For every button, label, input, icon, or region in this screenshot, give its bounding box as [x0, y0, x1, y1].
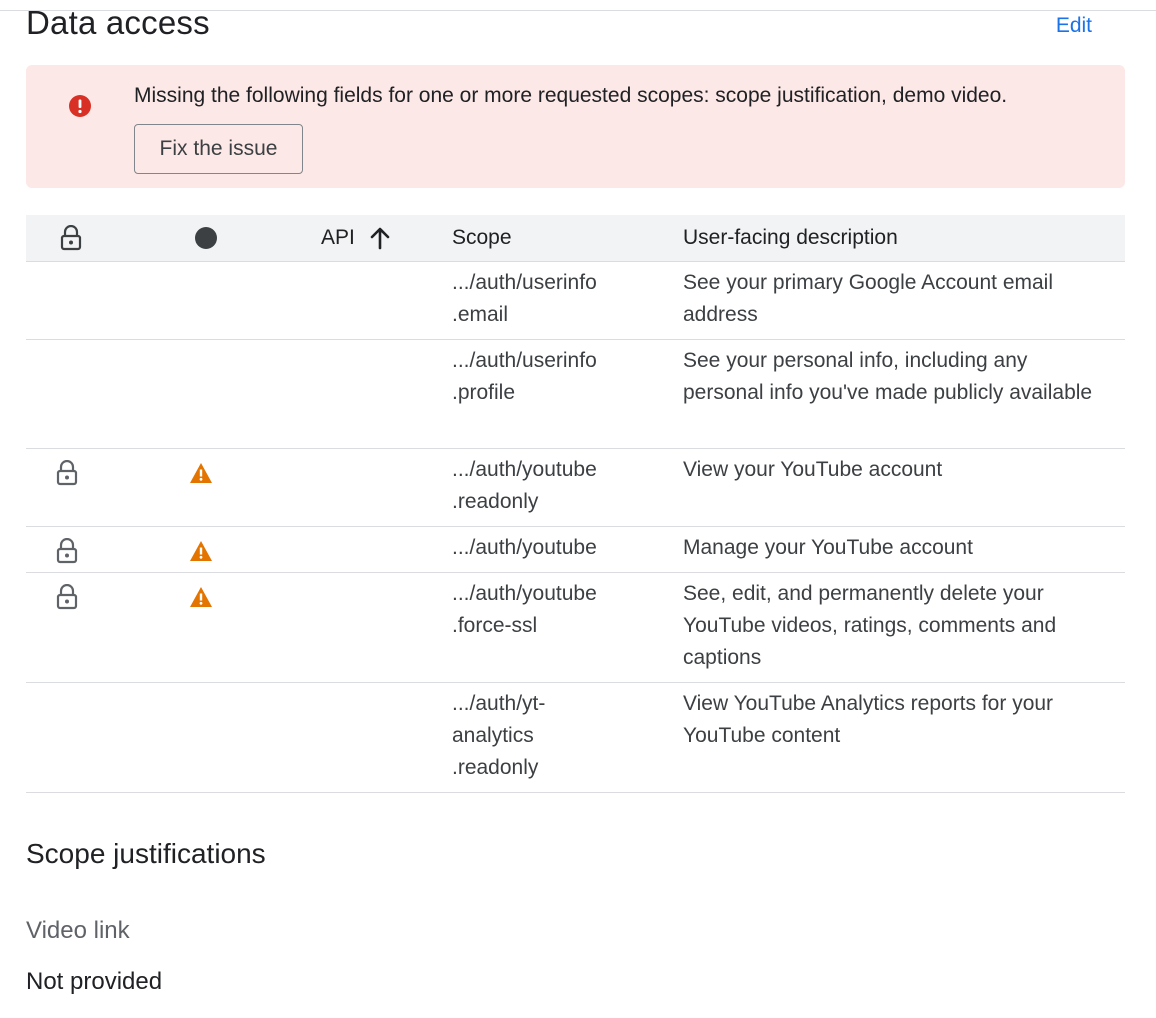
video-link-value: Not provided [26, 968, 163, 995]
scope-line: .../auth/yt- [452, 692, 546, 715]
table-row: .../auth/youtube .force-ssl See, edit, and… [26, 572, 1125, 683]
description-cell: View your YouTube account [683, 458, 943, 481]
api-column-header[interactable]: API [321, 215, 391, 261]
scope-line: .force-ssl [452, 614, 538, 637]
warning-icon [189, 540, 213, 562]
edit-link[interactable]: Edit [1056, 14, 1092, 38]
scope-cell: .../auth/userinfo .profile [452, 345, 642, 409]
scope-cell: .../auth/userinfo .email [452, 267, 642, 331]
scope-line: .../auth/userinfo [452, 271, 597, 294]
description-cell: View YouTube Analytics reports for your … [683, 692, 1054, 747]
warning-icon [189, 462, 213, 484]
status-column-header[interactable] [194, 215, 218, 261]
scope-line: .readonly [452, 756, 539, 779]
scope-justifications-title: Scope justifications [26, 838, 266, 869]
video-link-label: Video link [26, 917, 130, 944]
table-row: .../auth/youtube .readonly View your YouTu… [26, 448, 1125, 527]
status-dot-icon [195, 227, 217, 249]
scope-cell: .../auth/youtube [452, 532, 642, 564]
scope-line: .../auth/youtube [452, 458, 597, 481]
scope-line: .email [452, 303, 509, 326]
lock-icon [56, 459, 78, 486]
page: Data access Edit Missing the following f… [0, 0, 1156, 1018]
scope-line: .../auth/youtube [452, 536, 597, 559]
lock-icon [56, 583, 78, 610]
scope-line: analytics [452, 724, 534, 747]
lock-icon [56, 537, 78, 564]
api-header-label: API [321, 226, 355, 249]
table-row: .../auth/userinfo .profile See your person… [26, 339, 1125, 449]
table-header-row: API Scope User-facing description [26, 215, 1125, 262]
warning-icon [189, 586, 213, 608]
table-row: .../auth/youtube Manage your YouTube acco… [26, 526, 1125, 573]
scope-cell: .../auth/youtube .force-ssl [452, 578, 642, 642]
error-banner: Missing the following fields for one or … [26, 65, 1125, 188]
description-cell: See your personal info, including any pe… [683, 349, 1093, 404]
scope-column-header[interactable]: Scope [452, 215, 512, 261]
scope-line: .../auth/userinfo [452, 349, 597, 372]
error-icon [69, 95, 91, 117]
scope-line: .../auth/youtube [452, 582, 597, 605]
lock-icon [60, 225, 82, 251]
table-row: .../auth/userinfo .email See your primary … [26, 261, 1125, 340]
scope-cell: .../auth/youtube .readonly [452, 454, 642, 518]
description-cell: See your primary Google Account email ad… [683, 271, 1054, 326]
fix-the-issue-button[interactable]: Fix the issue [134, 124, 303, 174]
lock-column-header[interactable] [60, 215, 82, 261]
scope-line: .readonly [452, 490, 539, 513]
table-row: .../auth/yt-analytics .readonly View YouTu… [26, 682, 1125, 793]
scope-cell: .../auth/yt-analytics .readonly [452, 688, 642, 784]
scope-line: .profile [452, 381, 516, 404]
description-cell: See, edit, and permanently delete your Y… [683, 582, 1057, 669]
description-cell: Manage your YouTube account [683, 536, 973, 559]
error-message: Missing the following fields for one or … [134, 84, 1008, 107]
arrow-up-icon[interactable] [369, 226, 391, 250]
description-column-header[interactable]: User-facing description [683, 215, 898, 261]
section-title: Data access [26, 4, 210, 41]
